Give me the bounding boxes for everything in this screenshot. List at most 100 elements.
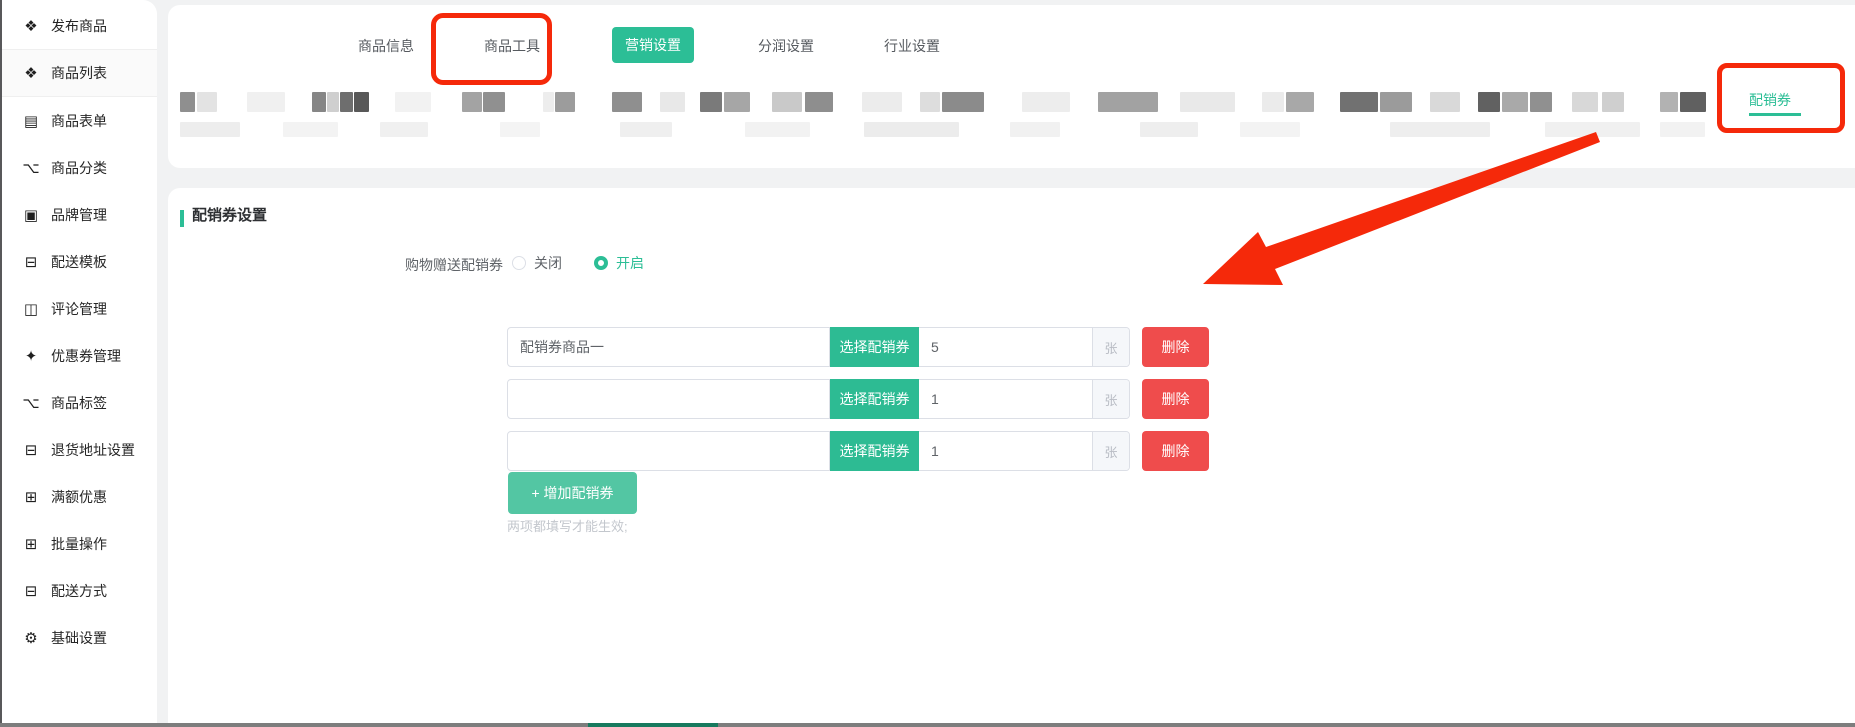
- sidebar-item-label: 基础设置: [51, 628, 107, 648]
- admin-page: ❖ 发布商品 ❖ 商品列表 ▤ 商品表单 ⌥ 商品分类 ▣ 品牌管理 ⊟ 配送模…: [0, 0, 1855, 727]
- background-window-strip: [0, 723, 1855, 727]
- sidebar-item-return-address-settings[interactable]: ⊟ 退货地址设置: [2, 426, 157, 473]
- sidebar-item-label: 商品列表: [51, 63, 107, 83]
- select-coupon-button[interactable]: 选择配销券: [830, 431, 919, 471]
- delete-button[interactable]: 删除: [1142, 327, 1209, 367]
- quantity-input[interactable]: [919, 328, 1092, 366]
- redacted-text-block: [483, 92, 505, 112]
- tab-bar: 商品信息 商品工具 营销设置 分润设置 行业设置: [168, 5, 1855, 168]
- redacted-text-block: [805, 92, 833, 112]
- redacted-text-block: [612, 92, 642, 112]
- quantity-input[interactable]: [919, 380, 1092, 418]
- gift-coupon-label: 购物赠送配销券: [363, 255, 503, 275]
- redacted-text-block: [327, 92, 339, 112]
- sidebar-item-coupon-management[interactable]: ✦ 优惠券管理: [2, 332, 157, 379]
- tab-marketing-settings[interactable]: 营销设置: [612, 27, 694, 63]
- sidebar-item-full-amount-discount[interactable]: ⊞ 满额优惠: [2, 473, 157, 520]
- sidebar-item-label: 品牌管理: [51, 205, 107, 225]
- radio-option-on[interactable]: 开启: [594, 253, 644, 273]
- sidebar-item-label: 发布商品: [51, 16, 107, 36]
- product-form-icon: ▤: [22, 112, 40, 130]
- quantity-group: 张: [919, 379, 1130, 419]
- sidebar-item-label: 商品标签: [51, 393, 107, 413]
- redacted-text-block: [942, 92, 984, 112]
- redacted-text-block: [1502, 92, 1528, 112]
- sidebar-item-product-category[interactable]: ⌥ 商品分类: [2, 144, 157, 191]
- select-coupon-button[interactable]: 选择配销券: [830, 327, 919, 367]
- redacted-text-block: [500, 122, 540, 137]
- active-tab-underline: [1749, 113, 1801, 116]
- sidebar-item-label: 商品表单: [51, 111, 107, 131]
- tab-profit-settings[interactable]: 分润设置: [758, 36, 814, 56]
- redacted-text-block: [724, 92, 750, 112]
- redacted-text-block: [1572, 92, 1598, 112]
- redacted-text-block: [700, 92, 722, 112]
- redacted-text-block: [312, 92, 326, 112]
- redacted-text-block: [1530, 92, 1552, 112]
- quantity-input[interactable]: [919, 432, 1092, 470]
- tab-product-info[interactable]: 商品信息: [358, 36, 414, 56]
- redacted-text-block: [1680, 92, 1706, 112]
- tab-label: 商品工具: [484, 38, 540, 54]
- coupon-row: 选择配销券 张 删除: [507, 327, 1209, 367]
- redacted-text-block: [1010, 122, 1060, 137]
- redacted-text-block: [197, 92, 217, 112]
- sidebar-item-delivery-template[interactable]: ⊟ 配送模板: [2, 238, 157, 285]
- redacted-text-block: [1286, 92, 1314, 112]
- redacted-text-block: [862, 92, 902, 112]
- radio-option-off[interactable]: 关闭: [512, 253, 562, 273]
- coupon-rows: 选择配销券 张 删除 选择配销券 张 删除 选择配销券 张 删除: [507, 327, 1209, 483]
- form-hint: 两项都填写才能生效;: [507, 516, 628, 535]
- redacted-text-block: [1180, 92, 1235, 112]
- subnav-tab-distribution-coupon[interactable]: 配销券: [1749, 90, 1791, 110]
- redacted-text-block: [745, 122, 810, 137]
- redacted-text-block: [340, 92, 353, 112]
- redacted-text-block: [1660, 92, 1678, 112]
- sidebar-item-review-management[interactable]: ◫ 评论管理: [2, 285, 157, 332]
- select-coupon-button[interactable]: 选择配销券: [830, 379, 919, 419]
- tab-product-tools[interactable]: 商品工具: [484, 36, 540, 56]
- radio-circle-icon: [594, 256, 608, 270]
- redacted-text-block: [247, 92, 285, 112]
- publish-product-icon: ❖: [22, 17, 40, 35]
- delivery-method-icon: ⊟: [22, 582, 40, 600]
- redacted-text-block: [395, 92, 431, 112]
- radio-circle-icon: [512, 256, 526, 270]
- sidebar-item-publish-product[interactable]: ❖ 发布商品: [2, 3, 157, 50]
- section-title: 配销券设置: [192, 204, 267, 225]
- delete-button[interactable]: 删除: [1142, 379, 1209, 419]
- coupon-product-input[interactable]: [507, 379, 830, 419]
- unit-suffix: 张: [1092, 432, 1129, 470]
- tab-industry-settings[interactable]: 行业设置: [884, 36, 940, 56]
- sidebar-item-label: 满额优惠: [51, 487, 107, 507]
- add-coupon-button[interactable]: + 增加配销券: [508, 472, 637, 514]
- redacted-text-block: [1240, 122, 1300, 137]
- tab-label: 商品信息: [358, 38, 414, 54]
- sidebar-item-batch-operations[interactable]: ⊞ 批量操作: [2, 520, 157, 567]
- redacted-text-block: [283, 122, 338, 137]
- redacted-text-block: [1602, 92, 1624, 112]
- sidebar-item-product-tags[interactable]: ⌥ 商品标签: [2, 379, 157, 426]
- redacted-text-block: [1262, 92, 1284, 112]
- delete-button[interactable]: 删除: [1142, 431, 1209, 471]
- tab-label: 营销设置: [625, 37, 681, 53]
- redacted-text-block: [543, 92, 554, 112]
- redacted-text-block: [555, 92, 575, 112]
- product-tags-icon: ⌥: [22, 394, 40, 412]
- redacted-text-block: [354, 92, 369, 112]
- coupon-management-icon: ✦: [22, 347, 40, 365]
- background-window-strip-accent: [588, 723, 718, 727]
- unit-suffix: 张: [1092, 380, 1129, 418]
- sidebar-item-delivery-method[interactable]: ⊟ 配送方式: [2, 567, 157, 614]
- top-nav-panel: 商品信息 商品工具 营销设置 分润设置 行业设置: [168, 5, 1855, 168]
- sidebar-item-product-list[interactable]: ❖ 商品列表: [2, 50, 157, 97]
- sidebar-item-brand-management[interactable]: ▣ 品牌管理: [2, 191, 157, 238]
- sidebar: ❖ 发布商品 ❖ 商品列表 ▤ 商品表单 ⌥ 商品分类 ▣ 品牌管理 ⊟ 配送模…: [2, 0, 157, 727]
- coupon-product-input[interactable]: [507, 327, 830, 367]
- full-amount-discount-icon: ⊞: [22, 488, 40, 506]
- review-management-icon: ◫: [22, 300, 40, 318]
- redacted-text-block: [1140, 122, 1198, 137]
- coupon-product-input[interactable]: [507, 431, 830, 471]
- sidebar-item-basic-settings[interactable]: ⚙ 基础设置: [2, 614, 157, 661]
- sidebar-item-product-form[interactable]: ▤ 商品表单: [2, 97, 157, 144]
